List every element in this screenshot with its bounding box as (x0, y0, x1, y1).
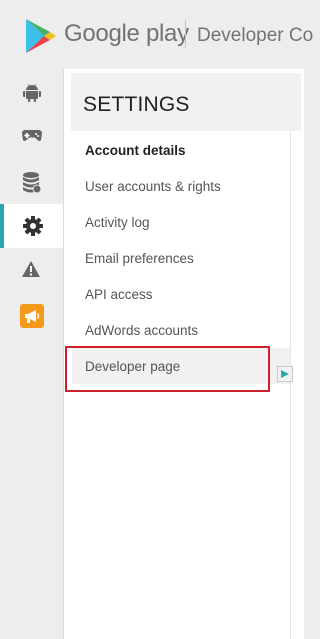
menu-item-label: User accounts & rights (85, 179, 221, 194)
menu-item-activity-log[interactable]: Activity log (72, 204, 290, 240)
product-name: Developer Co (197, 25, 314, 46)
warning-icon (22, 261, 40, 277)
menu-item-api-access[interactable]: API access (72, 276, 290, 312)
menu-item-label: Account details (85, 143, 186, 158)
top-header: Google play Developer Co (0, 0, 313, 70)
database-icon (23, 172, 42, 194)
rail-item-apps[interactable] (0, 74, 62, 110)
gamepad-icon (22, 130, 42, 141)
google-play-logo[interactable] (24, 18, 58, 54)
menu-item-account-details[interactable]: Account details (72, 132, 290, 168)
rail-item-alerts[interactable] (0, 252, 62, 288)
settings-header: SETTINGS (71, 73, 301, 131)
active-indicator (0, 204, 4, 248)
highlight-box (65, 346, 270, 392)
menu-item-label: Email preferences (85, 251, 194, 266)
menu-item-label: AdWords accounts (85, 323, 199, 338)
rail-item-reports[interactable] (0, 163, 62, 199)
panel-divider (290, 131, 291, 639)
header-divider (185, 20, 186, 48)
expand-button[interactable] (277, 366, 293, 382)
gear-icon (23, 216, 43, 236)
left-rail (0, 70, 64, 635)
menu-item-adwords-accounts[interactable]: AdWords accounts (72, 312, 290, 348)
menu-item-label: API access (85, 287, 153, 302)
android-icon (23, 84, 41, 102)
menu-item-email-preferences[interactable]: Email preferences (72, 240, 290, 276)
play-arrow-icon (281, 370, 289, 378)
menu-item-label: Activity log (85, 215, 150, 230)
rail-item-settings[interactable] (0, 204, 64, 248)
megaphone-icon (25, 310, 40, 323)
rail-item-announcements[interactable] (0, 297, 62, 333)
brand-name: Google play (64, 20, 189, 47)
menu-item-user-accounts[interactable]: User accounts & rights (72, 168, 290, 204)
announcement-badge (20, 304, 44, 328)
rail-item-games[interactable] (0, 117, 62, 153)
page-title: SETTINGS (83, 93, 190, 116)
